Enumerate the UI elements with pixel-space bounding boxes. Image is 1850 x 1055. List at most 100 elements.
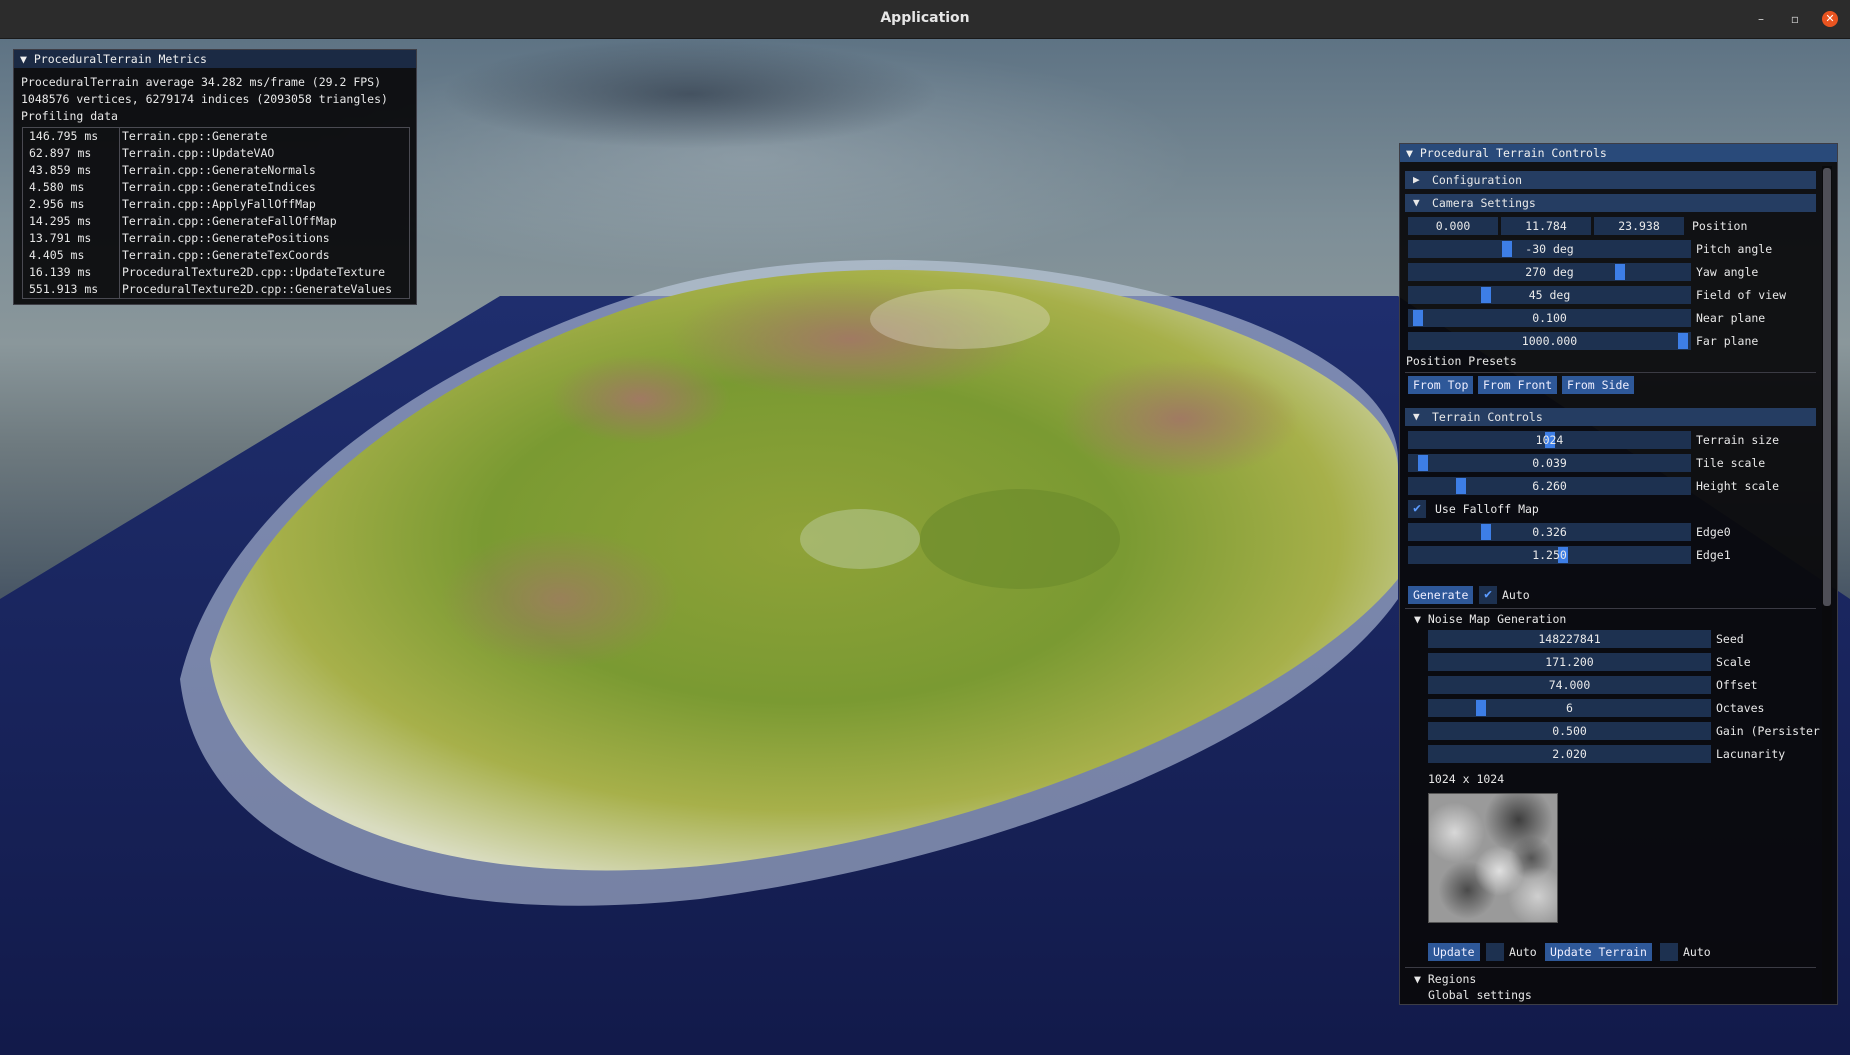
row-time: 43.859 ms	[29, 163, 92, 177]
separator	[1405, 608, 1816, 609]
update-button[interactable]: Update	[1428, 943, 1480, 961]
tile-scale-value: 0.039	[1532, 456, 1567, 470]
edge0-slider[interactable]: 0.326	[1408, 523, 1691, 541]
metrics-window[interactable]: ▼ ProceduralTerrain Metrics ProceduralTe…	[13, 49, 417, 305]
row-time: 4.405 ms	[29, 248, 85, 262]
table-row: 14.295 ms Terrain.cpp::GenerateFallOffMap	[23, 213, 409, 230]
octaves-label: Octaves	[1716, 701, 1765, 715]
row-time: 551.913 ms	[29, 282, 99, 296]
controls-title-bar[interactable]: ▼ Procedural Terrain Controls	[1400, 144, 1837, 162]
edge0-slider-grab[interactable]	[1481, 524, 1491, 540]
noise-texture-preview	[1428, 793, 1558, 923]
height-scale-label: Height scale	[1696, 479, 1780, 493]
row-function: Terrain.cpp::GenerateTexCoords	[122, 248, 330, 262]
pitch-slider-grab[interactable]	[1502, 241, 1512, 257]
row-function: ProceduralTexture2D.cpp::GenerateValues	[122, 282, 393, 296]
table-row: 551.913 ms ProceduralTexture2D.cpp::Gener…	[23, 281, 409, 298]
height-scale-slider[interactable]: 6.260	[1408, 477, 1691, 495]
snow-peak	[870, 289, 1050, 349]
row-function: Terrain.cpp::GenerateIndices	[122, 180, 316, 194]
edge1-slider[interactable]: 1.250	[1408, 546, 1691, 564]
maximize-icon[interactable]: ▫	[1787, 11, 1803, 27]
terrain-size-label: Terrain size	[1696, 433, 1780, 447]
position-label: Position	[1692, 219, 1748, 233]
scrollbar-thumb[interactable]	[1823, 168, 1831, 606]
terrain-size-slider[interactable]: 1024	[1408, 431, 1691, 449]
scale-field[interactable]: 171.200	[1428, 653, 1711, 671]
gain-field[interactable]: 0.500	[1428, 722, 1711, 740]
offset-field[interactable]: 74.000	[1428, 676, 1711, 694]
row-function: Terrain.cpp::Generate	[122, 129, 268, 143]
fov-value: 45 deg	[1528, 288, 1571, 302]
tile-scale-slider[interactable]: 0.039	[1408, 454, 1691, 472]
yaw-slider[interactable]: 270 deg	[1408, 263, 1691, 281]
edge1-value: 1.250	[1532, 548, 1567, 562]
update-auto-checkbox[interactable]	[1486, 943, 1504, 961]
fov-label: Field of view	[1696, 288, 1787, 302]
generate-button[interactable]: Generate	[1408, 586, 1474, 604]
far-plane-slider-grab[interactable]	[1678, 333, 1688, 349]
update-terrain-auto-checkbox[interactable]	[1660, 943, 1678, 961]
position-y-field[interactable]: 11.784	[1501, 217, 1591, 235]
position-z-field[interactable]: 23.938	[1594, 217, 1684, 235]
preset-from-top-button[interactable]: From Top	[1408, 376, 1474, 394]
row-function: Terrain.cpp::ApplyFallOffMap	[122, 197, 316, 211]
collapse-arrow-icon: ▼	[1413, 196, 1420, 209]
close-icon[interactable]: ✕	[1822, 11, 1838, 27]
use-falloff-label: Use Falloff Map	[1435, 502, 1539, 516]
terrain-controls-header[interactable]: ▼ Terrain Controls	[1405, 408, 1816, 426]
update-auto-label: Auto	[1509, 945, 1537, 959]
near-plane-label: Near plane	[1696, 311, 1766, 325]
octaves-value: 6	[1566, 701, 1573, 715]
tile-scale-slider-grab[interactable]	[1418, 455, 1428, 471]
position-x-field[interactable]: 0.000	[1408, 217, 1498, 235]
row-time: 14.295 ms	[29, 214, 92, 228]
preset-from-front-button[interactable]: From Front	[1478, 376, 1558, 394]
title-bar: Application – ▫ ✕	[0, 0, 1850, 39]
minimize-icon[interactable]: –	[1753, 11, 1769, 27]
collapse-arrow-icon[interactable]: ▼	[20, 52, 27, 66]
near-plane-slider[interactable]: 0.100	[1408, 309, 1691, 327]
metrics-title-bar[interactable]: ▼ ProceduralTerrain Metrics	[14, 50, 416, 68]
collapse-arrow-icon: ▼	[1413, 410, 1420, 423]
octaves-slider-grab[interactable]	[1476, 700, 1486, 716]
position-presets-label: Position Presets	[1406, 354, 1517, 368]
preset-from-side-button[interactable]: From Side	[1562, 376, 1635, 394]
yaw-slider-grab[interactable]	[1615, 264, 1625, 280]
table-row: 13.791 ms Terrain.cpp::GeneratePositions	[23, 230, 409, 247]
noise-map-label: Noise Map Generation	[1427, 612, 1567, 626]
controls-title: Procedural Terrain Controls	[1419, 146, 1607, 160]
far-plane-slider[interactable]: 1000.000	[1408, 332, 1691, 350]
mountain-east	[1060, 359, 1300, 479]
tile-scale-label: Tile scale	[1696, 456, 1766, 470]
scale-label: Scale	[1716, 655, 1751, 669]
camera-settings-header[interactable]: ▼ Camera Settings	[1405, 194, 1816, 212]
near-plane-slider-grab[interactable]	[1413, 310, 1423, 326]
seed-label: Seed	[1716, 632, 1744, 646]
fov-slider-grab[interactable]	[1481, 287, 1491, 303]
generate-auto-checkbox[interactable]: ✔	[1479, 586, 1497, 604]
fps-text: ProceduralTerrain average 34.282 ms/fram…	[21, 75, 382, 89]
collapse-arrow-icon[interactable]: ▼	[1406, 146, 1413, 160]
octaves-slider[interactable]: 6	[1428, 699, 1711, 717]
height-scale-slider-grab[interactable]	[1456, 478, 1466, 494]
collapse-arrow-icon: ▼	[1414, 972, 1421, 986]
pitch-label: Pitch angle	[1696, 242, 1773, 256]
far-plane-value: 1000.000	[1521, 334, 1578, 348]
configuration-header[interactable]: ▶ Configuration	[1405, 171, 1816, 189]
update-terrain-button[interactable]: Update Terrain	[1545, 943, 1652, 961]
row-time: 16.139 ms	[29, 265, 92, 279]
lacunarity-field[interactable]: 2.020	[1428, 745, 1711, 763]
pitch-value: -30 deg	[1525, 242, 1574, 256]
seed-field[interactable]: 148227841	[1428, 630, 1711, 648]
use-falloff-checkbox[interactable]: ✔	[1408, 500, 1426, 518]
noise-map-node[interactable]: ▼ Noise Map Generation	[1414, 610, 1734, 628]
row-function: ProceduralTexture2D.cpp::UpdateTexture	[122, 265, 386, 279]
controls-scrollbar[interactable]	[1822, 166, 1832, 1000]
update-terrain-auto-label: Auto	[1683, 945, 1711, 959]
controls-window[interactable]: ▼ Procedural Terrain Controls ▶ Configur…	[1399, 143, 1838, 1005]
profiling-table: 146.795 ms Terrain.cpp::Generate 62.897 m…	[22, 127, 410, 299]
fov-slider[interactable]: 45 deg	[1408, 286, 1691, 304]
pitch-slider[interactable]: -30 deg	[1408, 240, 1691, 258]
regions-label: Regions	[1427, 972, 1477, 986]
